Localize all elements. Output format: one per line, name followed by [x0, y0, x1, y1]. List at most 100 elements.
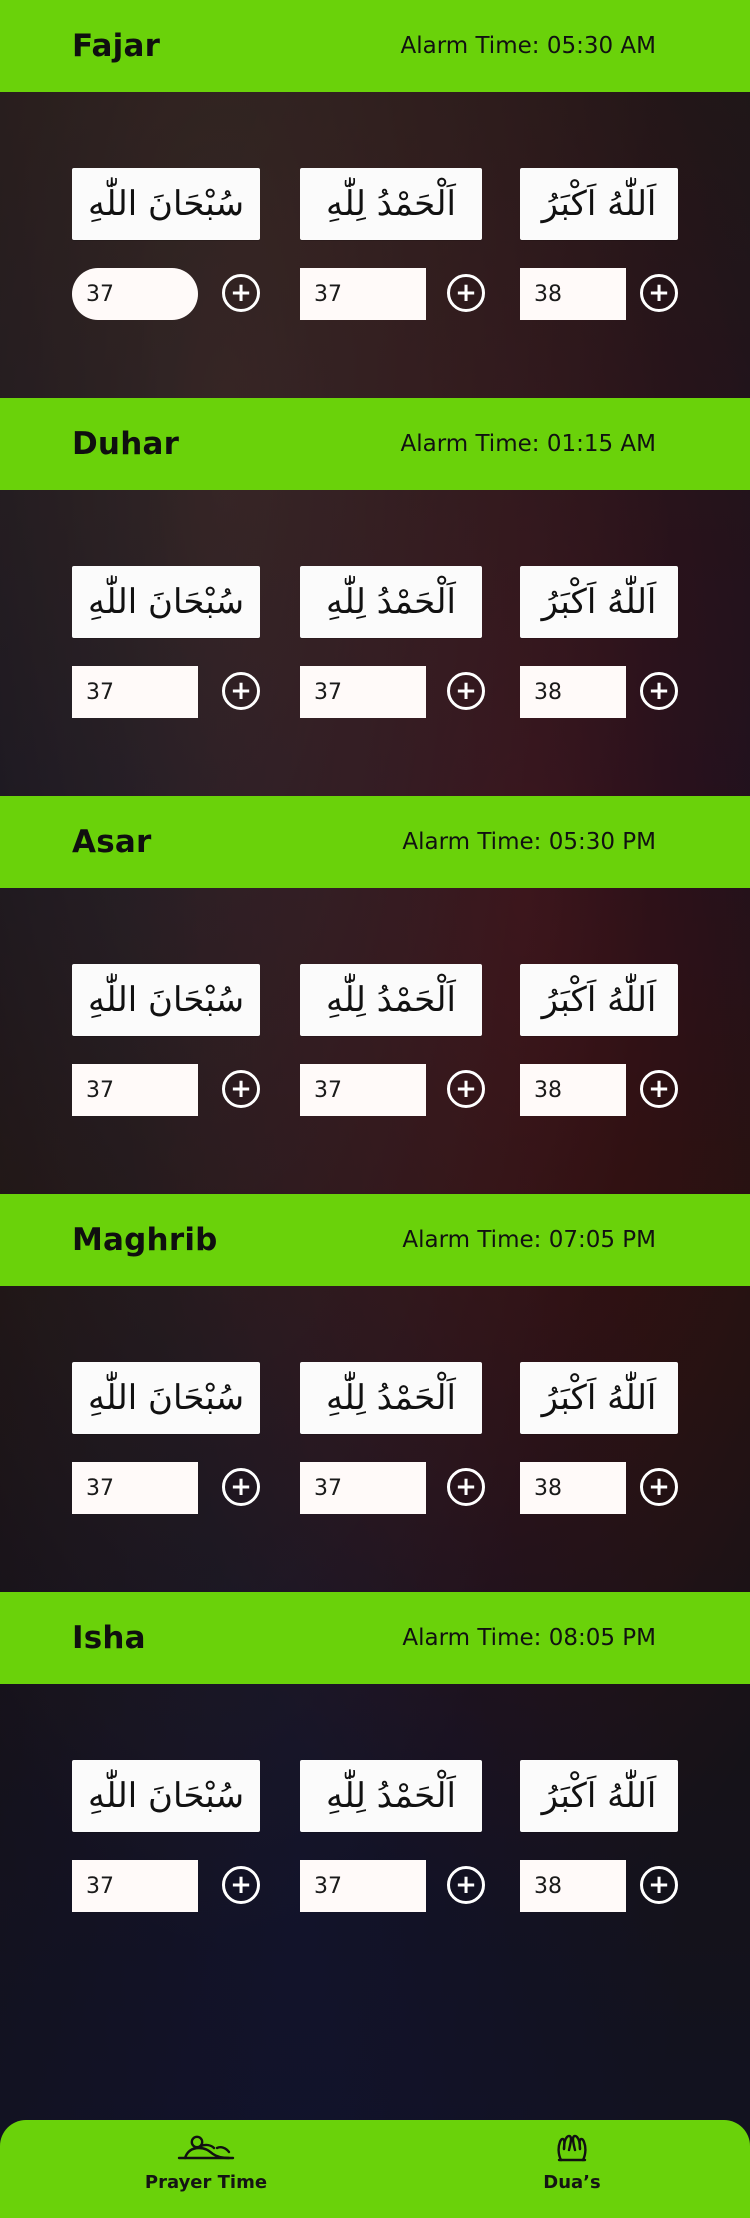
prayer-section-maghrib: Maghrib Alarm Time: 07:05 PM سُبْحَانَ ا… — [0, 1194, 750, 1593]
nav-duas[interactable]: Dua’s — [442, 2130, 702, 2210]
dhikr-text-alhamdulillah: اَلْحَمْدُ لِلّٰهِ — [326, 980, 456, 1020]
count-input-subhanallah[interactable] — [72, 1064, 198, 1116]
dhikr-text-subhanallah: سُبْحَانَ اللّٰهِ — [87, 582, 245, 622]
alarm-time: Alarm Time: 05:30 AM — [400, 33, 656, 59]
dhikr-text-allahuakbar: اَللّٰهُ اَكْبَرُ — [541, 1776, 657, 1816]
plus-circle-icon[interactable]: + — [640, 274, 678, 312]
dhikr-alhamdulillah: اَلْحَمْدُ لِلّٰهِ + — [300, 1760, 490, 1920]
prayer-name: Duhar — [72, 426, 180, 462]
dhikr-card-allahuakbar: اَللّٰهُ اَكْبَرُ — [520, 566, 678, 638]
alarm-time: Alarm Time: 07:05 PM — [402, 1227, 656, 1253]
dhikr-subhanallah: سُبْحَانَ اللّٰهِ + — [72, 964, 262, 1124]
dhikr-subhanallah: سُبْحَانَ اللّٰهِ + — [72, 168, 262, 328]
plus-circle-icon[interactable]: + — [222, 1070, 260, 1108]
dhikr-text-subhanallah: سُبْحَانَ اللّٰهِ — [87, 184, 245, 224]
dhikr-text-alhamdulillah: اَلْحَمْدُ لِلّٰهِ — [326, 1776, 456, 1816]
dhikr-allahuakbar: اَللّٰهُ اَكْبَرُ + — [520, 1760, 678, 1920]
prayer-header: Asar Alarm Time: 05:30 PM — [0, 796, 750, 888]
dhikr-text-alhamdulillah: اَلْحَمْدُ لِلّٰهِ — [326, 184, 456, 224]
dhikr-content: سُبْحَانَ اللّٰهِ + اَلْحَمْدُ لِلّٰهِ +… — [0, 888, 750, 1195]
plus-circle-icon[interactable]: + — [640, 672, 678, 710]
plus-circle-icon[interactable]: + — [222, 1468, 260, 1506]
prayer-section-fajar: Fajar Alarm Time: 05:30 AM سُبْحَانَ الل… — [0, 0, 750, 399]
prayer-name: Asar — [72, 824, 152, 860]
prayer-section-isha: Isha Alarm Time: 08:05 PM سُبْحَانَ اللّ… — [0, 1592, 750, 1991]
dhikr-card-subhanallah: سُبْحَانَ اللّٰهِ — [72, 168, 260, 240]
alarm-time: Alarm Time: 08:05 PM — [402, 1625, 656, 1651]
dhikr-allahuakbar: اَللّٰهُ اَكْبَرُ + — [520, 566, 678, 726]
dhikr-text-subhanallah: سُبْحَانَ اللّٰهِ — [87, 1776, 245, 1816]
plus-circle-icon[interactable]: + — [640, 1070, 678, 1108]
plus-circle-icon[interactable]: + — [222, 1866, 260, 1904]
dhikr-text-allahuakbar: اَللّٰهُ اَكْبَرُ — [541, 582, 657, 622]
dhikr-card-alhamdulillah: اَلْحَمْدُ لِلّٰهِ — [300, 566, 482, 638]
dhikr-card-alhamdulillah: اَلْحَمْدُ لِلّٰهِ — [300, 1760, 482, 1832]
dhikr-card-alhamdulillah: اَلْحَمْدُ لِلّٰهِ — [300, 168, 482, 240]
dhikr-allahuakbar: اَللّٰهُ اَكْبَرُ + — [520, 168, 678, 328]
prayer-header: Maghrib Alarm Time: 07:05 PM — [0, 1194, 750, 1286]
count-input-allahuakbar[interactable] — [520, 1064, 626, 1116]
dhikr-card-allahuakbar: اَللّٰهُ اَكْبَرُ — [520, 964, 678, 1036]
dhikr-subhanallah: سُبْحَانَ اللّٰهِ + — [72, 1362, 262, 1522]
count-input-allahuakbar[interactable] — [520, 1860, 626, 1912]
dhikr-grid: سُبْحَانَ اللّٰهِ + اَلْحَمْدُ لِلّٰهِ +… — [72, 566, 678, 726]
count-input-subhanallah[interactable] — [72, 666, 198, 718]
plus-circle-icon[interactable]: + — [447, 1468, 485, 1506]
count-input-alhamdulillah[interactable] — [300, 1462, 426, 1514]
dua-hands-icon — [549, 2130, 595, 2164]
count-input-alhamdulillah[interactable] — [300, 268, 426, 320]
plus-circle-icon[interactable]: + — [640, 1866, 678, 1904]
dhikr-text-subhanallah: سُبْحَانَ اللّٰهِ — [87, 980, 245, 1020]
count-input-subhanallah[interactable] — [72, 1462, 198, 1514]
dhikr-alhamdulillah: اَلْحَمْدُ لِلّٰهِ + — [300, 1362, 490, 1522]
plus-circle-icon[interactable]: + — [447, 1866, 485, 1904]
nav-label-prayer-time: Prayer Time — [144, 2172, 268, 2193]
count-input-subhanallah[interactable] — [72, 268, 198, 320]
nav-prayer-time[interactable]: Prayer Time — [76, 2130, 336, 2210]
plus-circle-icon[interactable]: + — [222, 672, 260, 710]
count-input-alhamdulillah[interactable] — [300, 1860, 426, 1912]
dhikr-card-subhanallah: سُبْحَانَ اللّٰهِ — [72, 1362, 260, 1434]
dhikr-content: سُبْحَانَ اللّٰهِ + اَلْحَمْدُ لِلّٰهِ +… — [0, 92, 750, 399]
dhikr-grid: سُبْحَانَ اللّٰهِ + اَلْحَمْدُ لِلّٰهِ +… — [72, 964, 678, 1124]
dhikr-card-allahuakbar: اَللّٰهُ اَكْبَرُ — [520, 1760, 678, 1832]
dhikr-allahuakbar: اَللّٰهُ اَكْبَرُ + — [520, 1362, 678, 1522]
plus-circle-icon[interactable]: + — [447, 672, 485, 710]
count-input-allahuakbar[interactable] — [520, 666, 626, 718]
prayer-header: Duhar Alarm Time: 01:15 AM — [0, 398, 750, 490]
dhikr-subhanallah: سُبْحَانَ اللّٰهِ + — [72, 566, 262, 726]
alarm-time: Alarm Time: 05:30 PM — [402, 829, 656, 855]
dhikr-text-alhamdulillah: اَلْحَمْدُ لِلّٰهِ — [326, 582, 456, 622]
count-input-alhamdulillah[interactable] — [300, 666, 426, 718]
dhikr-card-subhanallah: سُبْحَانَ اللّٰهِ — [72, 566, 260, 638]
plus-circle-icon[interactable]: + — [447, 1070, 485, 1108]
dhikr-alhamdulillah: اَلْحَمْدُ لِلّٰهِ + — [300, 168, 490, 328]
prayer-name: Isha — [72, 1620, 146, 1656]
dhikr-text-allahuakbar: اَللّٰهُ اَكْبَرُ — [541, 184, 657, 224]
dhikr-card-alhamdulillah: اَلْحَمْدُ لِلّٰهِ — [300, 1362, 482, 1434]
prayer-name: Maghrib — [72, 1222, 218, 1258]
count-input-alhamdulillah[interactable] — [300, 1064, 426, 1116]
dhikr-card-subhanallah: سُبْحَانَ اللّٰهِ — [72, 964, 260, 1036]
prayer-icon — [173, 2130, 239, 2164]
count-input-allahuakbar[interactable] — [520, 268, 626, 320]
dhikr-card-allahuakbar: اَللّٰهُ اَكْبَرُ — [520, 1362, 678, 1434]
alarm-time: Alarm Time: 01:15 AM — [400, 431, 656, 457]
dhikr-grid: سُبْحَانَ اللّٰهِ + اَلْحَمْدُ لِلّٰهِ +… — [72, 168, 678, 328]
dhikr-grid: سُبْحَانَ اللّٰهِ + اَلْحَمْدُ لِلّٰهِ +… — [72, 1760, 678, 1920]
plus-circle-icon[interactable]: + — [640, 1468, 678, 1506]
dhikr-text-subhanallah: سُبْحَانَ اللّٰهِ — [87, 1378, 245, 1418]
dhikr-text-allahuakbar: اَللّٰهُ اَكْبَرُ — [541, 1378, 657, 1418]
prayer-header: Isha Alarm Time: 08:05 PM — [0, 1592, 750, 1684]
dhikr-allahuakbar: اَللّٰهُ اَكْبَرُ + — [520, 964, 678, 1124]
dhikr-card-allahuakbar: اَللّٰهُ اَكْبَرُ — [520, 168, 678, 240]
dhikr-grid: سُبْحَانَ اللّٰهِ + اَلْحَمْدُ لِلّٰهِ +… — [72, 1362, 678, 1522]
prayer-header: Fajar Alarm Time: 05:30 AM — [0, 0, 750, 92]
prayer-section-duhar: Duhar Alarm Time: 01:15 AM سُبْحَانَ الل… — [0, 398, 750, 797]
plus-circle-icon[interactable]: + — [222, 274, 260, 312]
dhikr-alhamdulillah: اَلْحَمْدُ لِلّٰهِ + — [300, 964, 490, 1124]
count-input-subhanallah[interactable] — [72, 1860, 198, 1912]
count-input-allahuakbar[interactable] — [520, 1462, 626, 1514]
dhikr-text-alhamdulillah: اَلْحَمْدُ لِلّٰهِ — [326, 1378, 456, 1418]
plus-circle-icon[interactable]: + — [447, 274, 485, 312]
